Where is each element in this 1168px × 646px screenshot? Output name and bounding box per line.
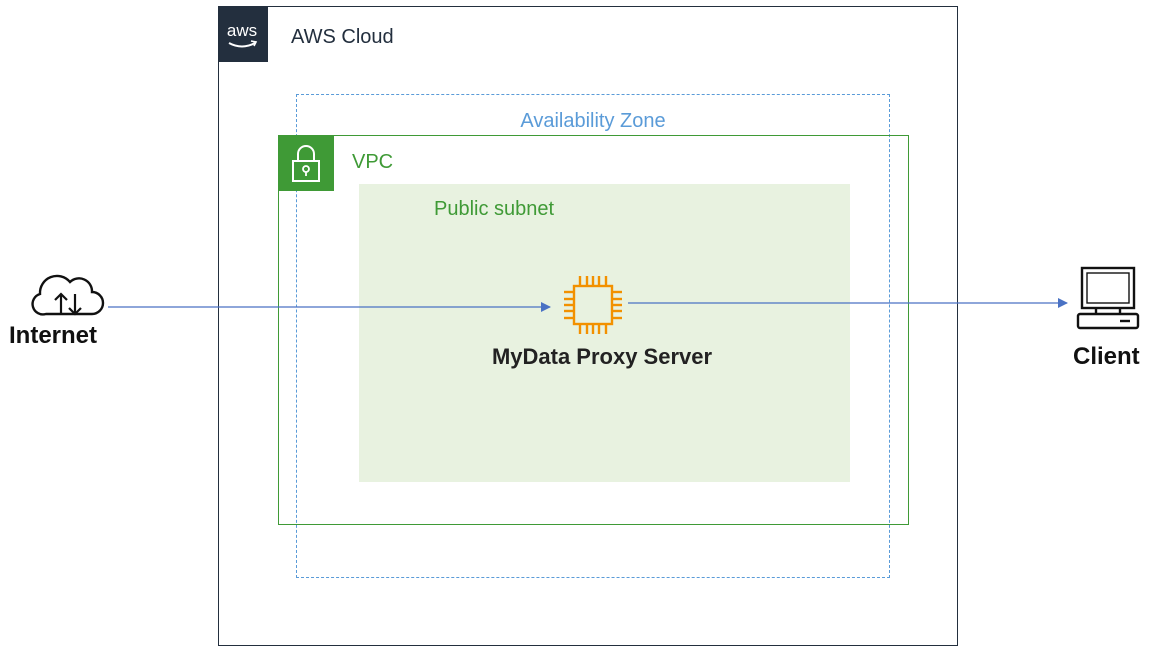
aws-logo-text: aws: [227, 21, 257, 40]
aws-logo: aws: [218, 6, 268, 62]
lock-icon: [278, 135, 334, 191]
cloud-upload-download-icon: [30, 270, 106, 318]
vpc-title: VPC: [352, 151, 394, 173]
internet-label: Internet: [9, 322, 98, 349]
ec2-instance-icon: [560, 272, 626, 338]
server-label: MyData Proxy Server: [491, 344, 713, 369]
availability-zone-title: Availability Zone: [520, 110, 666, 132]
public-subnet-title: Public subnet: [434, 198, 555, 220]
aws-cloud-title: AWS Cloud: [291, 26, 394, 48]
client-label: Client: [1073, 343, 1140, 370]
computer-icon: [1070, 264, 1146, 334]
